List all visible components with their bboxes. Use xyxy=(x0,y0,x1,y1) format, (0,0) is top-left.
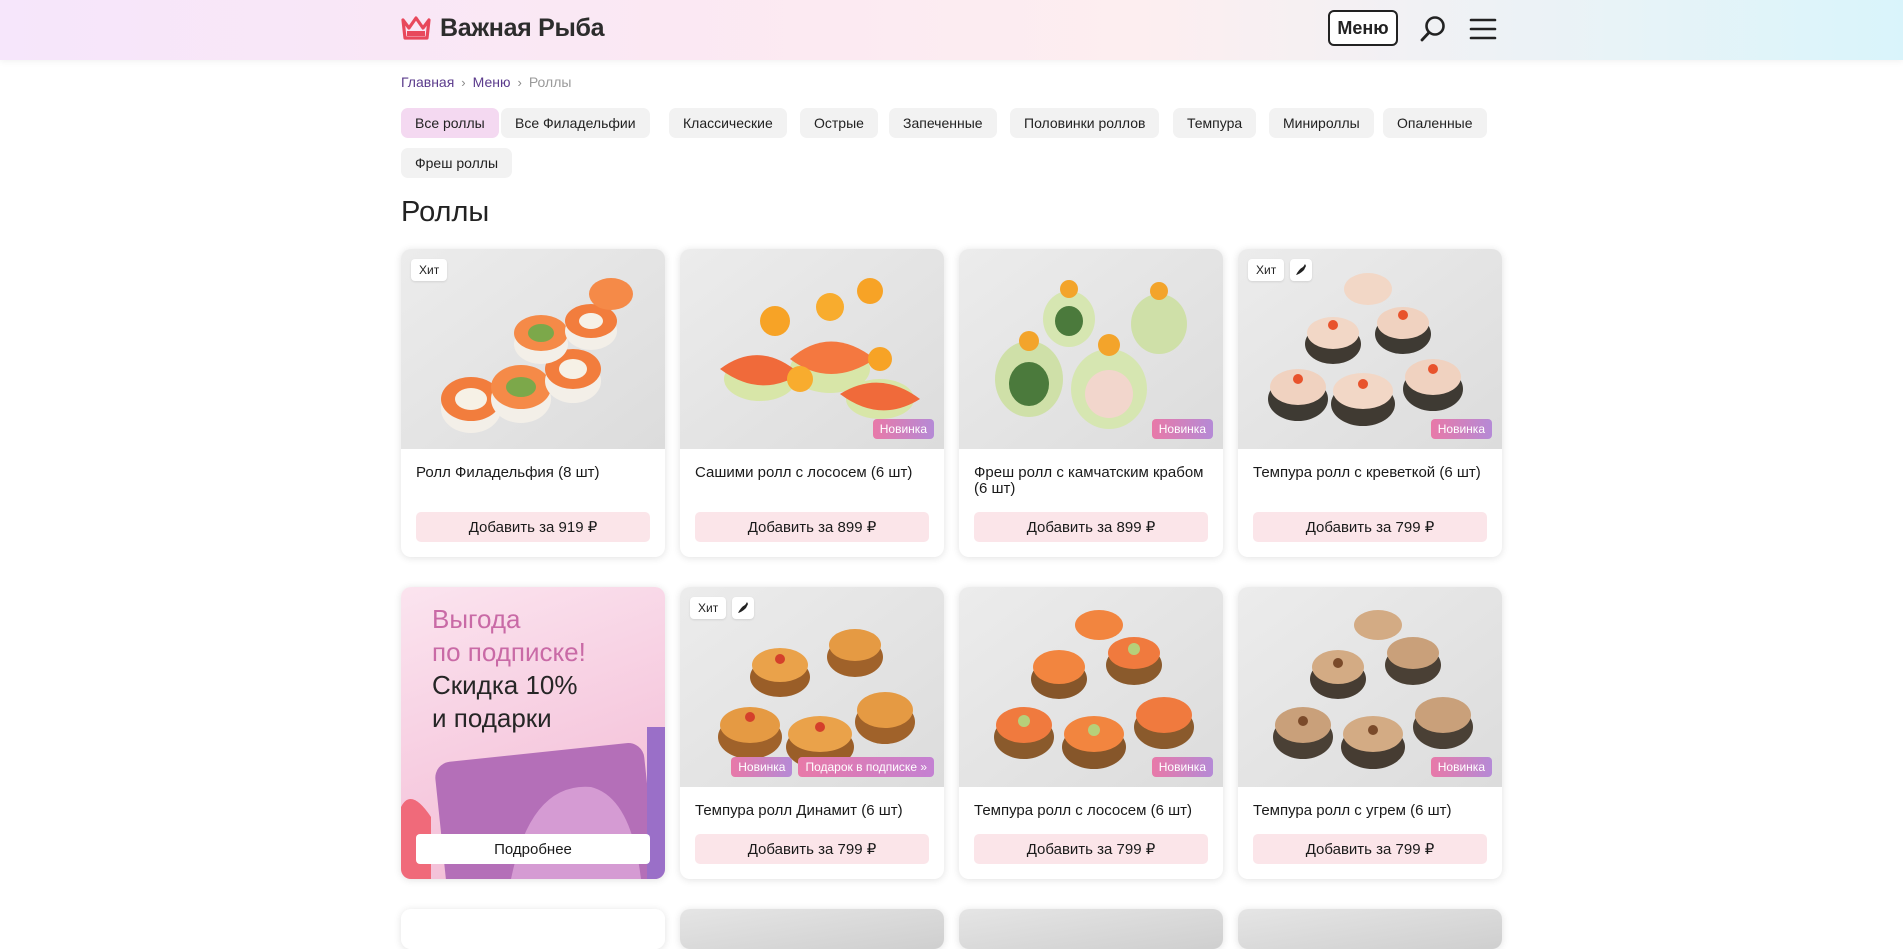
product-image-partial xyxy=(1238,909,1502,949)
add-to-cart-button[interactable]: Добавить за 899 ₽ xyxy=(695,512,929,542)
search-button[interactable] xyxy=(1418,14,1448,44)
breadcrumb-menu[interactable]: Меню xyxy=(473,74,511,90)
hit-tag: Хит xyxy=(690,597,727,619)
product-card-partial xyxy=(959,909,1223,949)
product-image-link[interactable]: Хит Новинка Подарок в подписке » xyxy=(680,587,944,787)
product-name[interactable]: Ролл Филадельфия (8 шт) xyxy=(416,465,650,481)
new-badge: Новинка xyxy=(1430,757,1492,777)
product-card: Хит Ролл Филадельфия (8 шт) Добавить за … xyxy=(401,249,665,557)
product-image-link[interactable]: Новинка xyxy=(959,249,1223,449)
chevron-right-icon: › xyxy=(517,74,522,90)
crown-icon xyxy=(401,15,431,40)
product-name[interactable]: Темпура ролл Динамит (6 шт) xyxy=(695,803,929,819)
promo-title-line: и подарки xyxy=(432,703,552,733)
product-card-partial xyxy=(1238,909,1502,949)
hit-tag: Хит xyxy=(1248,259,1285,281)
chili-pepper-icon xyxy=(1296,264,1307,275)
promo-title-line: Выгода xyxy=(432,604,521,634)
product-name[interactable]: Темпура ролл с креветкой (6 шт) xyxy=(1253,465,1487,481)
product-name[interactable]: Фреш ролл с камчатским крабом (6 шт) xyxy=(974,465,1208,497)
burger-menu-icon xyxy=(1469,18,1497,40)
product-card: Хит Новинка Темпура ролл с креветкой (6 … xyxy=(1238,249,1502,557)
product-card-partial xyxy=(401,909,665,949)
product-image-link[interactable]: Новинка xyxy=(959,587,1223,787)
filter-all-philadelphia[interactable]: Все Филадельфии xyxy=(501,108,650,138)
burger-menu-button[interactable] xyxy=(1468,14,1498,44)
breadcrumb-home[interactable]: Главная xyxy=(401,74,454,90)
promo-more-button[interactable]: Подробнее xyxy=(416,834,650,864)
promo-image-partial xyxy=(401,909,665,949)
filter-baked[interactable]: Запеченные xyxy=(889,108,997,138)
add-to-cart-button[interactable]: Добавить за 799 ₽ xyxy=(974,834,1208,864)
filter-classic[interactable]: Классические xyxy=(669,108,787,138)
menu-button[interactable]: Меню xyxy=(1328,10,1398,46)
filter-tempura[interactable]: Темпура xyxy=(1173,108,1257,138)
product-image-link[interactable]: Новинка xyxy=(680,249,944,449)
new-badge: Новинка xyxy=(1151,757,1213,777)
chevron-right-icon: › xyxy=(461,74,466,90)
product-name[interactable]: Темпура ролл с лососем (6 шт) xyxy=(974,803,1208,819)
product-image-partial xyxy=(959,909,1223,949)
add-to-cart-button[interactable]: Добавить за 799 ₽ xyxy=(1253,834,1487,864)
spicy-tag xyxy=(1290,259,1313,281)
product-card: Новинка Фреш ролл с камчатским крабом (6… xyxy=(959,249,1223,557)
spicy-tag xyxy=(732,597,755,619)
product-card: Новинка Темпура ролл с угрем (6 шт) Доба… xyxy=(1238,587,1502,879)
filter-all-rolls[interactable]: Все роллы xyxy=(401,108,499,138)
chili-pepper-icon xyxy=(738,602,749,613)
search-icon xyxy=(1420,16,1445,42)
new-badge: Новинка xyxy=(1430,419,1492,439)
product-image-link[interactable]: Хит Новинка xyxy=(1238,249,1502,449)
filter-minirolls[interactable]: Минироллы xyxy=(1269,108,1374,138)
gift-subscription-badge[interactable]: Подарок в подписке » xyxy=(798,757,934,777)
product-card: Новинка Темпура ролл с лососем (6 шт) До… xyxy=(959,587,1223,879)
logo-text: Важная Рыба xyxy=(440,14,605,42)
new-badge: Новинка xyxy=(872,419,934,439)
add-to-cart-button[interactable]: Добавить за 899 ₽ xyxy=(974,512,1208,542)
product-image-link[interactable]: Новинка xyxy=(1238,587,1502,787)
filter-half-rolls[interactable]: Половинки роллов xyxy=(1010,108,1160,138)
product-name[interactable]: Сашими ролл с лососем (6 шт) xyxy=(695,465,929,481)
promo-title-line: по подписке! xyxy=(432,637,586,667)
breadcrumb-current: Роллы xyxy=(528,74,572,90)
subscription-promo-card[interactable]: Выгода по подписке! Скидка 10% и подарки… xyxy=(401,587,665,879)
filter-spicy[interactable]: Острые xyxy=(800,108,878,138)
product-image-partial xyxy=(680,909,944,949)
add-to-cart-button[interactable]: Добавить за 919 ₽ xyxy=(416,512,650,542)
add-to-cart-button[interactable]: Добавить за 799 ₽ xyxy=(695,834,929,864)
new-badge: Новинка xyxy=(1151,419,1213,439)
site-header: Важная Рыба Меню xyxy=(0,0,1903,60)
promo-title-line: Скидка 10% xyxy=(432,670,578,700)
add-to-cart-button[interactable]: Добавить за 799 ₽ xyxy=(1253,512,1487,542)
hit-tag: Хит xyxy=(411,259,448,281)
product-name[interactable]: Темпура ролл с угрем (6 шт) xyxy=(1253,803,1487,819)
filter-fresh-rolls[interactable]: Фреш роллы xyxy=(401,148,513,178)
product-card-partial xyxy=(680,909,944,949)
filter-seared[interactable]: Опаленные xyxy=(1383,108,1487,138)
product-card: Новинка Сашими ролл с лососем (6 шт) Доб… xyxy=(680,249,944,557)
breadcrumb: Главная › Меню › Роллы xyxy=(401,74,571,90)
new-badge: Новинка xyxy=(731,757,793,777)
product-card: Хит Новинка Подарок в подписке » Темпура… xyxy=(680,587,944,879)
logo[interactable]: Важная Рыба xyxy=(401,14,605,43)
product-image-link[interactable]: Хит xyxy=(401,249,665,449)
page-title: Роллы xyxy=(401,196,490,228)
